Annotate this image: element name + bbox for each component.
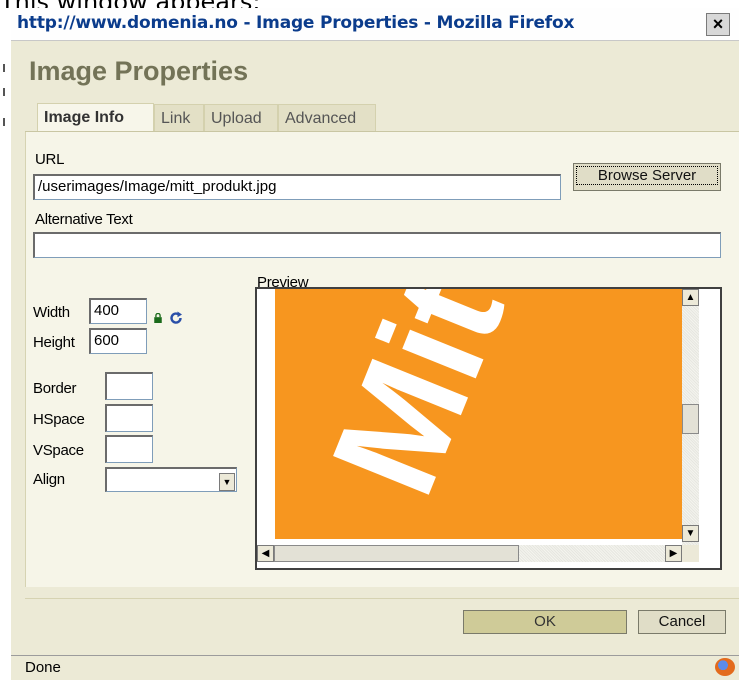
edge-mark xyxy=(3,88,5,96)
browse-server-label: Browse Server xyxy=(576,166,718,185)
height-input[interactable]: 600 xyxy=(89,328,147,354)
tab-advanced[interactable]: Advanced xyxy=(278,104,376,131)
alt-text-label: Alternative Text xyxy=(35,211,133,228)
horizontal-scrollbar[interactable]: ◀ ▶ xyxy=(257,545,682,562)
tab-upload[interactable]: Upload xyxy=(204,104,278,131)
tab-link[interactable]: Link xyxy=(154,104,204,131)
vspace-label: VSpace xyxy=(33,442,84,459)
close-button[interactable]: × xyxy=(706,13,730,36)
firefox-window: http://www.domenia.no - Image Properties… xyxy=(11,8,739,680)
hspace-input[interactable] xyxy=(105,404,153,432)
border-input[interactable] xyxy=(105,372,153,400)
scroll-up-icon[interactable]: ▲ xyxy=(682,289,699,306)
window-title: http://www.domenia.no - Image Properties… xyxy=(17,13,575,33)
status-text: Done xyxy=(25,659,61,676)
preview-image-graphic: Mitt xyxy=(275,289,685,539)
browse-server-button[interactable]: Browse Server xyxy=(573,163,721,191)
scroll-left-icon[interactable]: ◀ xyxy=(257,545,274,562)
cancel-button[interactable]: Cancel xyxy=(638,610,726,634)
url-input[interactable]: /userimages/Image/mitt_produkt.jpg xyxy=(33,174,561,200)
align-select[interactable] xyxy=(105,467,237,492)
edge-mark xyxy=(3,64,5,72)
scroll-right-icon[interactable]: ▶ xyxy=(665,545,682,562)
ok-button[interactable]: OK xyxy=(463,610,627,634)
align-label: Align xyxy=(33,471,65,488)
align-dropdown-arrow-icon[interactable]: ▼ xyxy=(219,473,235,491)
horizontal-scroll-thumb[interactable] xyxy=(274,545,519,562)
reset-size-icon[interactable] xyxy=(169,311,183,325)
tab-image-info[interactable]: Image Info xyxy=(37,103,154,132)
preview-frame[interactable]: Mitt ▲ ▼ ◀ ▶ xyxy=(255,287,722,570)
border-label: Border xyxy=(33,380,77,397)
dialog-title: Image Properties xyxy=(29,56,249,86)
preview-image: Mitt xyxy=(275,289,685,539)
alt-text-input[interactable] xyxy=(33,232,721,258)
scroll-down-icon[interactable]: ▼ xyxy=(682,525,699,542)
url-label: URL xyxy=(35,151,65,168)
status-bar: Done xyxy=(11,655,739,680)
vspace-input[interactable] xyxy=(105,435,153,463)
hspace-label: HSpace xyxy=(33,411,85,428)
width-label: Width xyxy=(33,304,70,321)
height-label: Height xyxy=(33,334,75,351)
dialog-footer xyxy=(25,598,739,647)
scroll-corner xyxy=(682,545,699,562)
vertical-scroll-thumb[interactable] xyxy=(682,404,699,434)
vertical-scrollbar[interactable]: ▲ ▼ xyxy=(682,289,699,545)
title-bar[interactable]: http://www.domenia.no - Image Properties… xyxy=(11,8,739,41)
firefox-icon[interactable] xyxy=(715,658,735,676)
lock-ratio-icon[interactable] xyxy=(153,313,163,323)
width-input[interactable]: 400 xyxy=(89,298,147,324)
edge-mark xyxy=(3,118,5,126)
